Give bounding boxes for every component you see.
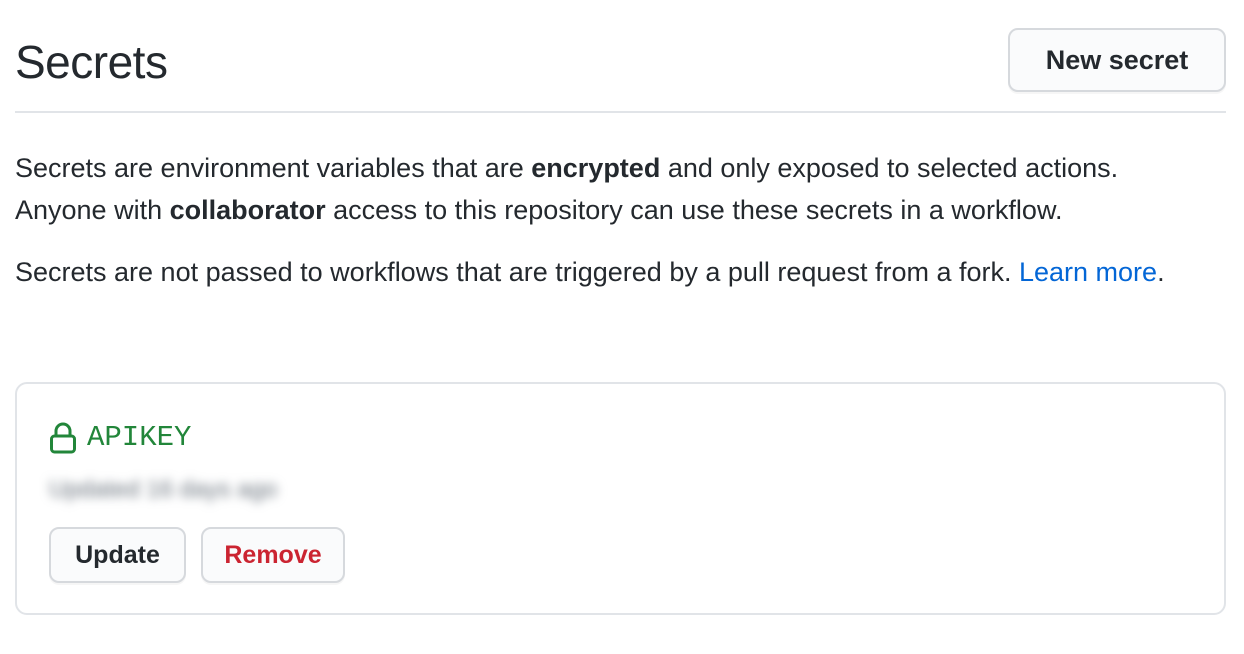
secret-updated-timestamp: Updated 16 days ago [49, 476, 278, 503]
fork-note-text: Secrets are not passed to workflows that… [15, 257, 1019, 287]
description-bold-collaborator: collaborator [169, 195, 326, 225]
fork-note-period: . [1157, 257, 1165, 287]
remove-secret-button[interactable]: Remove [201, 527, 345, 583]
secret-name: APIKEY [87, 421, 192, 454]
learn-more-link[interactable]: Learn more [1019, 257, 1157, 287]
page-title: Secrets [15, 36, 168, 88]
description-text: access to this repository can use these … [325, 195, 1063, 225]
secret-card: APIKEY Updated 16 days ago Update Remove [15, 382, 1226, 615]
update-secret-button[interactable]: Update [49, 527, 186, 583]
secrets-description: Secrets are environment variables that a… [15, 147, 1214, 231]
page-header: Secrets New secret [15, 0, 1226, 113]
description-bold-encrypted: encrypted [531, 153, 661, 183]
new-secret-button[interactable]: New secret [1008, 28, 1226, 92]
lock-icon [49, 422, 77, 454]
description-text: Secrets are environment variables that a… [15, 153, 532, 183]
secret-name-row: APIKEY [49, 420, 191, 456]
fork-note: Secrets are not passed to workflows that… [15, 251, 1214, 293]
